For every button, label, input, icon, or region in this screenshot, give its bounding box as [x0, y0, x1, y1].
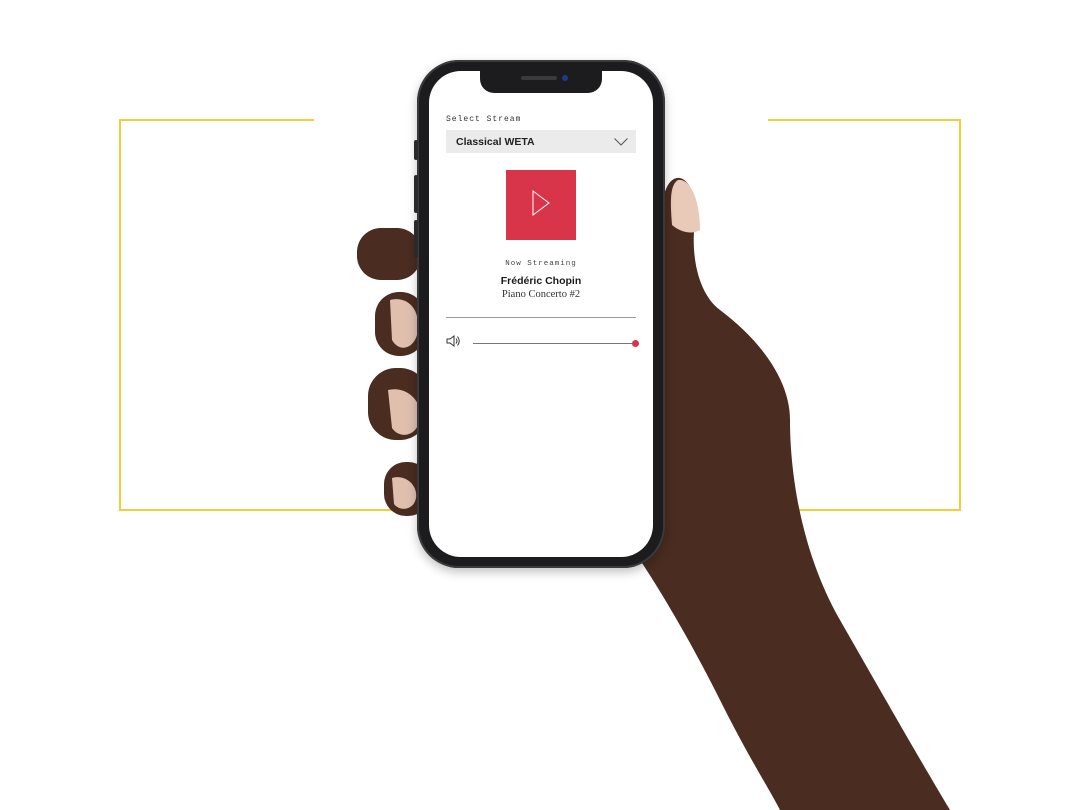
- now-streaming-label: Now Streaming: [505, 260, 577, 268]
- select-stream-label: Select Stream: [446, 115, 522, 124]
- play-button[interactable]: [506, 170, 576, 240]
- stream-select[interactable]: Classical WETA: [446, 130, 636, 153]
- volume-control: [446, 334, 639, 352]
- work-title: Piano Concerto #2: [501, 289, 581, 300]
- volume-slider-handle[interactable]: [632, 339, 639, 347]
- frame-left: [119, 119, 417, 511]
- selected-stream-value: Classical WETA: [456, 135, 535, 148]
- speaker-icon[interactable]: [446, 334, 461, 352]
- chevron-down-icon: [614, 133, 628, 151]
- front-camera: [562, 75, 568, 81]
- earpiece-speaker: [521, 76, 557, 80]
- phone-screen: Select Stream Classical WETA Now Streami…: [429, 71, 653, 557]
- frame-right: [779, 119, 961, 511]
- stream-player: Select Stream Classical WETA Now Streami…: [446, 115, 639, 352]
- volume-slider[interactable]: [473, 339, 639, 347]
- divider: [446, 317, 636, 318]
- phone-mute-switch: [414, 140, 418, 160]
- play-icon: [531, 189, 551, 222]
- phone-device: Select Stream Classical WETA Now Streami…: [414, 60, 665, 568]
- phone-volume-up: [414, 175, 418, 213]
- phone-notch: [480, 71, 602, 93]
- artist-name: Frédéric Chopin: [500, 275, 582, 287]
- phone-volume-down: [414, 220, 418, 258]
